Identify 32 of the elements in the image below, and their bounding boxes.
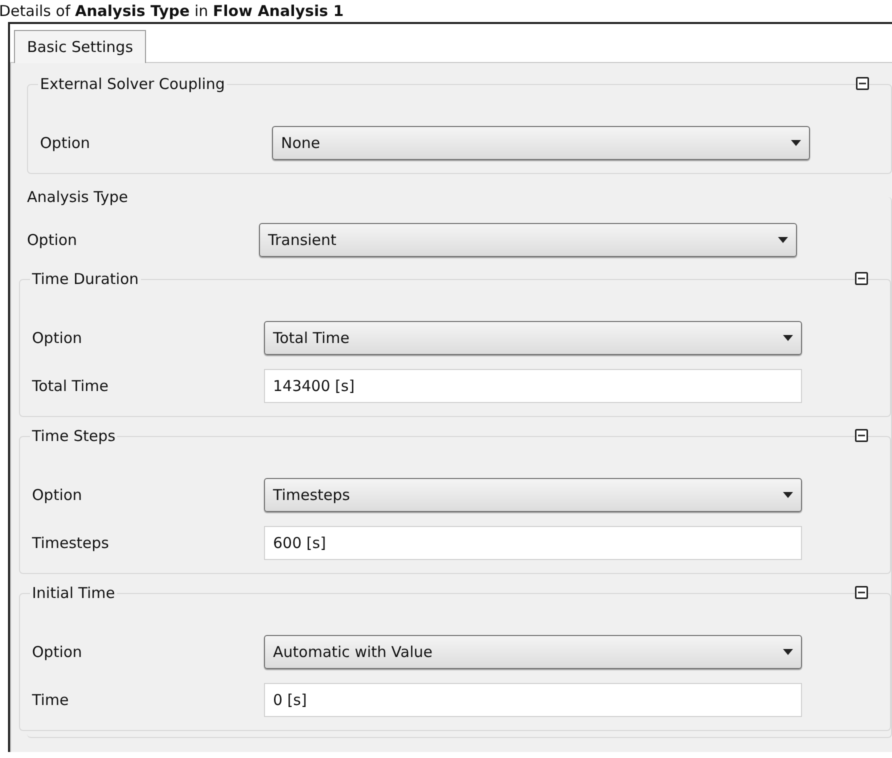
collapse-icon[interactable] — [855, 586, 868, 599]
collapse-icon[interactable] — [856, 77, 869, 90]
section-title: Analysis Type — [26, 188, 130, 206]
option-dropdown[interactable]: Automatic with Value — [264, 635, 802, 669]
section-title: Time Duration — [31, 270, 140, 288]
field-label: Option — [32, 486, 82, 504]
value-field[interactable]: 143400 [s] — [264, 369, 802, 403]
field-label: Timesteps — [32, 534, 109, 552]
field-label: Option — [27, 231, 78, 249]
field-label: Option — [40, 134, 90, 152]
option-dropdown[interactable]: None — [272, 126, 810, 160]
value-field[interactable]: 0 [s] — [264, 683, 802, 717]
collapse-icon[interactable] — [855, 272, 868, 285]
collapse-icon[interactable] — [855, 429, 868, 442]
section-title: Initial Time — [31, 584, 116, 602]
value-field[interactable]: 600 [s] — [264, 526, 802, 560]
dropdown-arrow-icon — [783, 492, 793, 498]
dropdown-arrow-icon — [778, 237, 788, 243]
option-dropdown[interactable]: Total Time — [264, 321, 802, 355]
dropdown-arrow-icon — [783, 335, 793, 341]
field-label: Option — [32, 643, 82, 661]
panel-title: Details of Analysis Type in Flow Analysis 1 — [0, 1, 345, 22]
section-title: Time Steps — [31, 427, 116, 445]
settings-tab[interactable]: Basic Settings — [14, 30, 146, 63]
option-dropdown[interactable]: Transient — [259, 223, 797, 257]
section-title: External Solver Coupling — [39, 75, 226, 93]
option-dropdown[interactable]: Timesteps — [264, 478, 802, 512]
field-label: Option — [32, 329, 82, 347]
field-label: Time — [32, 691, 69, 709]
dropdown-arrow-icon — [791, 140, 801, 146]
dropdown-arrow-icon — [783, 649, 793, 655]
field-label: Total Time — [32, 377, 109, 395]
